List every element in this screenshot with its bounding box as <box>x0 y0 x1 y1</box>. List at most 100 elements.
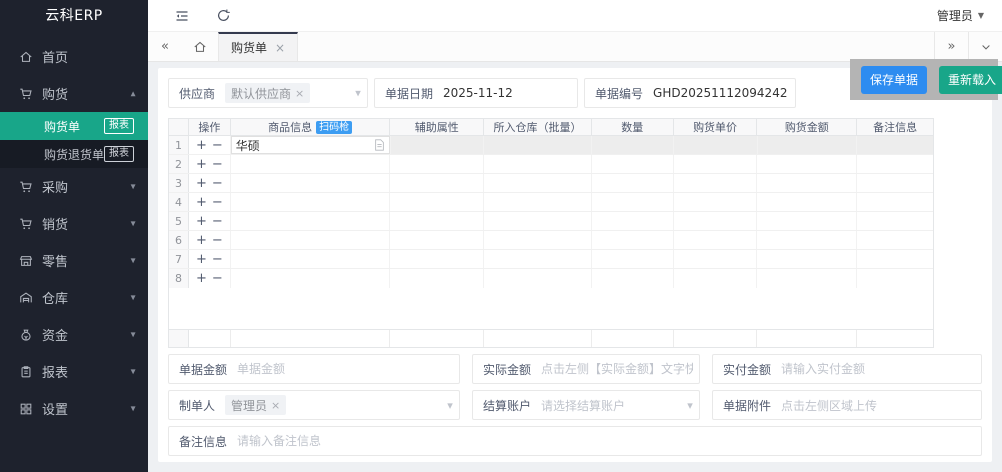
reload-button[interactable]: 重新载入 <box>939 65 1002 94</box>
sidebar-item-purchase-return-order[interactable]: 购货退货单 报表 <box>0 140 148 168</box>
remove-row-button[interactable]: − <box>212 177 223 190</box>
grid-cell[interactable] <box>757 136 858 154</box>
add-row-button[interactable]: + <box>196 253 207 266</box>
grid-cell[interactable] <box>390 136 485 154</box>
sidebar-item-sales[interactable]: 销货 ▼ <box>0 205 148 242</box>
add-row-button[interactable]: + <box>196 158 207 171</box>
sidebar-item-purchase-order[interactable]: 购货单 报表 <box>0 112 148 140</box>
grid-cell[interactable] <box>231 269 391 288</box>
grid-cell[interactable] <box>390 269 485 288</box>
sidebar-item-funds[interactable]: 资金 ▼ <box>0 316 148 353</box>
sidebar-item-home[interactable]: 首页 <box>0 38 148 75</box>
grid-cell[interactable] <box>674 155 758 173</box>
add-row-button[interactable]: + <box>196 139 207 152</box>
remove-row-button[interactable]: − <box>212 215 223 228</box>
grid-cell[interactable] <box>757 250 858 268</box>
actual-amount-input[interactable] <box>541 362 693 376</box>
product-editor[interactable] <box>230 136 390 154</box>
tag-close-icon[interactable]: × <box>271 399 280 412</box>
report-badge[interactable]: 报表 <box>104 146 134 162</box>
document-amount-field[interactable]: 单据金额 <box>168 354 460 384</box>
grid-cell[interactable] <box>390 155 485 173</box>
grid-cell[interactable] <box>231 250 391 268</box>
grid-cell[interactable] <box>484 174 592 192</box>
sidebar-collapse-icon[interactable] <box>174 8 190 24</box>
document-date-field[interactable]: 单据日期 <box>374 78 578 108</box>
grid-cell[interactable] <box>484 250 592 268</box>
grid-cell[interactable] <box>592 136 674 154</box>
actual-amount-field[interactable]: 实际金额 <box>472 354 700 384</box>
add-row-button[interactable]: + <box>196 272 207 285</box>
amount-input[interactable] <box>237 362 453 376</box>
grid-cell[interactable] <box>592 250 674 268</box>
tabs-scroll-left-icon[interactable]: « <box>148 32 182 61</box>
grid-cell[interactable] <box>857 136 933 154</box>
grid-cell[interactable] <box>484 212 592 230</box>
actual-amount-label[interactable]: 实际金额 <box>473 361 541 378</box>
grid-cell[interactable] <box>592 193 674 211</box>
grid-cell[interactable] <box>674 193 758 211</box>
grid-cell[interactable] <box>857 174 933 192</box>
remove-row-button[interactable]: − <box>212 196 223 209</box>
sidebar-item-retail[interactable]: 零售 ▼ <box>0 242 148 279</box>
sidebar-item-settings[interactable]: 设置 ▼ <box>0 390 148 427</box>
grid-cell[interactable] <box>674 250 758 268</box>
sidebar-item-purchase-goods[interactable]: 购货 ▲ <box>0 75 148 112</box>
sidebar-item-warehouse[interactable]: 仓库 ▼ <box>0 279 148 316</box>
sidebar-item-reports[interactable]: 报表 ▼ <box>0 353 148 390</box>
add-row-button[interactable]: + <box>196 215 207 228</box>
tag-close-icon[interactable]: × <box>295 87 304 100</box>
product-input[interactable] <box>235 138 370 152</box>
grid-cell[interactable] <box>592 174 674 192</box>
refresh-icon[interactable] <box>216 8 232 24</box>
grid-cell[interactable] <box>592 231 674 249</box>
grid-cell[interactable] <box>857 155 933 173</box>
grid-cell[interactable] <box>484 155 592 173</box>
grid-cell[interactable] <box>757 193 858 211</box>
remove-row-button[interactable]: − <box>212 253 223 266</box>
grid-cell[interactable] <box>390 250 485 268</box>
grid-cell[interactable] <box>674 269 758 288</box>
grid-cell[interactable] <box>757 231 858 249</box>
add-row-button[interactable]: + <box>196 196 207 209</box>
tabs-scroll-right-icon[interactable]: » <box>934 32 968 61</box>
grid-cell[interactable] <box>757 155 858 173</box>
remark-input[interactable] <box>237 434 975 448</box>
settlement-account-select[interactable]: 结算账户 请选择结算账户 ▼ <box>472 390 700 420</box>
grid-cell[interactable] <box>757 269 858 288</box>
report-badge[interactable]: 报表 <box>104 118 134 134</box>
sidebar-item-procurement[interactable]: 采购 ▼ <box>0 168 148 205</box>
grid-cell[interactable] <box>857 231 933 249</box>
grid-cell[interactable] <box>857 212 933 230</box>
grid-cell[interactable] <box>390 193 485 211</box>
doc-no-input[interactable] <box>653 86 789 100</box>
grid-cell[interactable] <box>674 231 758 249</box>
tabs-menu-chevron-icon[interactable] <box>968 32 1002 61</box>
creator-select[interactable]: 制单人 管理员 × ▼ <box>168 390 460 420</box>
document-number-field[interactable]: 单据编号 <box>584 78 796 108</box>
grid-cell[interactable] <box>757 174 858 192</box>
tab-purchase-order[interactable]: 购货单 × <box>218 32 299 61</box>
grid-cell[interactable] <box>592 269 674 288</box>
grid-cell[interactable] <box>674 212 758 230</box>
grid-cell[interactable] <box>674 174 758 192</box>
remove-row-button[interactable]: − <box>212 139 223 152</box>
grid-cell[interactable] <box>857 250 933 268</box>
remove-row-button[interactable]: − <box>212 158 223 171</box>
grid-cell[interactable] <box>231 231 391 249</box>
tab-home-icon[interactable] <box>182 32 218 61</box>
product-cell[interactable] <box>230 136 391 154</box>
grid-cell[interactable] <box>390 212 485 230</box>
grid-cell[interactable] <box>484 193 592 211</box>
user-menu[interactable]: 管理员 ▼ <box>937 7 984 24</box>
grid-cell[interactable] <box>231 212 391 230</box>
scan-gun-badge[interactable]: 扫码枪 <box>316 120 353 134</box>
grid-cell[interactable] <box>592 155 674 173</box>
grid-cell[interactable] <box>484 231 592 249</box>
remark-field[interactable]: 备注信息 <box>168 426 982 456</box>
grid-cell[interactable] <box>592 212 674 230</box>
document-icon[interactable] <box>374 139 385 151</box>
paid-amount-input[interactable] <box>781 362 975 376</box>
remove-row-button[interactable]: − <box>212 272 223 285</box>
grid-cell[interactable] <box>231 155 391 173</box>
